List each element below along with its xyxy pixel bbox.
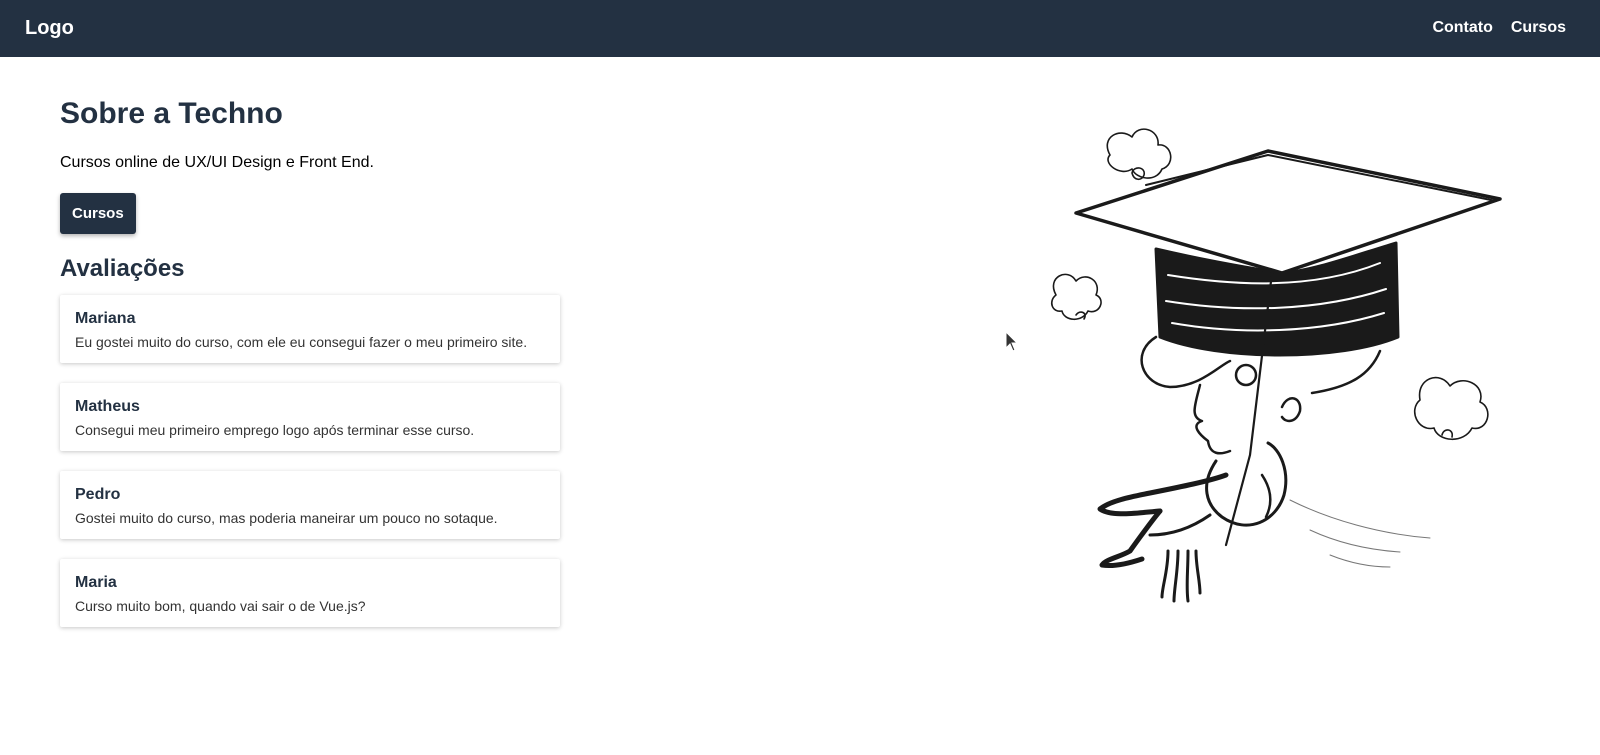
review-author: Maria xyxy=(75,574,117,591)
cloud-icon xyxy=(1050,273,1102,321)
page-description: Cursos online de UX/UI Design e Front En… xyxy=(60,154,374,171)
review-card: Maria Curso muito bom, quando vai sair o… xyxy=(60,559,560,627)
about-section: Sobre a Techno Cursos online de UX/UI De… xyxy=(60,95,580,647)
review-text: Eu gostei muito do curso, com ele eu con… xyxy=(75,334,528,350)
review-card: Mariana Eu gostei muito do curso, com el… xyxy=(60,295,560,363)
review-author: Mariana xyxy=(75,310,136,327)
main-nav: Contato Cursos xyxy=(1432,19,1566,37)
cloud-icon xyxy=(1414,376,1489,441)
graduation-cap-illustration xyxy=(1050,128,1502,603)
courses-button[interactable]: Cursos xyxy=(60,193,136,234)
review-author: Matheus xyxy=(75,398,140,415)
review-list: Mariana Eu gostei muito do curso, com el… xyxy=(60,295,580,627)
review-card: Pedro Gostei muito do curso, mas poderia… xyxy=(60,471,560,539)
logo-link[interactable]: Logo xyxy=(25,17,74,40)
nav-link-cursos[interactable]: Cursos xyxy=(1511,19,1566,37)
review-text: Curso muito bom, quando vai sair o de Vu… xyxy=(75,598,366,614)
review-author: Pedro xyxy=(75,486,121,503)
mouse-cursor-icon xyxy=(1005,331,1019,352)
top-navbar: Logo Contato Cursos xyxy=(0,0,1600,57)
review-text: Consegui meu primeiro emprego logo após … xyxy=(75,422,475,438)
page-title: Sobre a Techno xyxy=(60,97,283,130)
reviews-title: Avaliações xyxy=(60,255,185,282)
nav-link-contato[interactable]: Contato xyxy=(1432,19,1492,37)
review-card: Matheus Consegui meu primeiro emprego lo… xyxy=(60,383,560,451)
cloud-icon xyxy=(1106,128,1172,181)
review-text: Gostei muito do curso, mas poderia manei… xyxy=(75,510,498,526)
